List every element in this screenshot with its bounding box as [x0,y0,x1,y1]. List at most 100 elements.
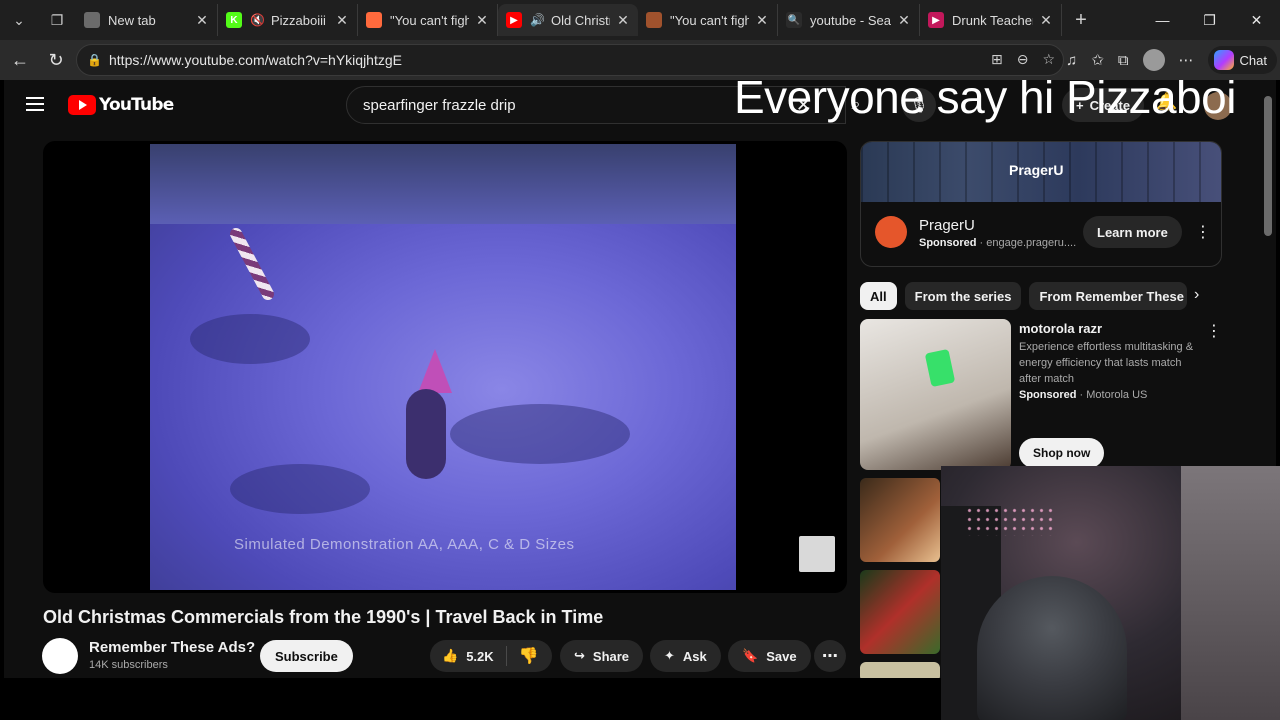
tab-muted-speaker-icon[interactable]: 🔇 [250,13,265,27]
webcam-string-lights [965,506,1055,536]
like-dislike-group: 👍 5.2K 👎 [430,640,552,672]
tab-title: Old Christm [550,12,610,28]
url-field[interactable]: 🔒 https://www.youtube.com/watch?v=hYkiqj… [76,44,1064,76]
tab-favicon-icon [366,12,382,28]
browser-tab[interactable]: 🔍 youtube - Searc✕ [778,4,920,36]
promo-meta: Sponsored · Motorola US [1019,389,1147,401]
tab-close-icon[interactable]: ✕ [614,12,632,29]
youtube-logo[interactable]: YouTube [68,95,174,115]
more-actions-icon[interactable]: ⋯ [814,640,846,672]
learn-more-button[interactable]: Learn more [1083,216,1182,248]
tab-close-icon[interactable]: ✕ [895,12,913,29]
settings-more-icon[interactable]: ⋯ [1179,51,1194,69]
save-button[interactable]: 🔖 Save [728,640,811,672]
like-button[interactable]: 👍 5.2K [430,646,507,666]
reload-icon[interactable]: ↻ [38,44,74,76]
media-control-icon[interactable]: ♫ [1066,52,1077,69]
tab-audio-speaker-icon[interactable]: 🔊 [530,13,545,27]
related-video-thumbnail[interactable] [860,478,940,562]
tab-close-icon[interactable]: ✕ [1037,12,1055,29]
share-button[interactable]: ↪ Share [560,640,644,672]
phone-image [924,348,956,388]
snow-shadow [190,314,310,364]
related-video-thumbnail[interactable] [860,570,940,654]
browser-tab[interactable]: New tab ✕ [76,4,218,36]
app-available-icon[interactable]: ⊞ [991,51,1003,68]
ad-advertiser-name[interactable]: PragerU [919,217,975,234]
tab-close-icon[interactable]: ✕ [193,12,211,29]
toy-hat [418,349,452,393]
tab-close-icon[interactable]: ✕ [473,12,491,29]
like-count: 5.2K [466,648,494,664]
site-info-lock-icon[interactable]: 🔒 [87,53,102,67]
browser-tab[interactable]: ▶ Drunk Teacher's✕ [920,4,1062,36]
promo-advertiser: · Motorola US [1079,389,1148,401]
shop-now-button[interactable]: Shop now [1019,438,1105,468]
video-player[interactable]: Simulated Demonstration AA, AAA, C & D S… [43,141,847,593]
browser-tab[interactable]: "You can't fight ✕ [358,4,498,36]
ad-sponsored-label: Sponsored [919,237,977,249]
channel-name[interactable]: Remember These Ads? [89,639,255,656]
promo-description: Experience effortless multitasking & ene… [1019,341,1194,385]
browser-tab[interactable]: ▶ 🔊 Old Christm✕ [498,4,638,36]
address-bar-row: ← ↻ 🔒 https://www.youtube.com/watch?v=hY… [0,40,1280,80]
tab-favicon-icon: 🔍 [786,12,802,28]
search-query-text: spearfinger frazzle drip [363,96,516,114]
chips-next-chevron-icon[interactable]: › [1194,286,1199,304]
filter-chip[interactable]: From the series [904,282,1022,310]
back-arrow-icon[interactable]: ← [2,44,38,76]
collections-icon[interactable]: ⧉ [1118,52,1129,69]
window-controls: — ❐ ✕ [1139,0,1280,40]
stream-overlay-text: Everyone say hi Pizzaboi [734,80,1236,123]
video-backdrop [150,144,736,224]
tab-actions-chevron-icon[interactable]: ⌄ [0,0,38,40]
favorite-star-icon[interactable]: ☆ [1042,51,1055,68]
tab-title: youtube - Searc [810,12,891,28]
sponsored-ad-card[interactable]: PragerU PragerU Sponsored · engage.prage… [860,141,1222,267]
zoom-icon[interactable]: ⊖ [1017,51,1029,68]
tab-favicon-icon [646,12,662,28]
ad-options-kebab-icon[interactable]: ⋮ [1195,222,1211,242]
new-tab-plus-icon[interactable]: + [1062,0,1100,40]
minimize-icon[interactable]: — [1139,0,1186,40]
favorites-icon[interactable]: ✩ [1091,51,1104,69]
promo-thumbnail[interactable] [860,319,1011,470]
filter-chip[interactable]: All [860,282,897,310]
browser-tab[interactable]: K 🔇 Pizzaboiii S✕ [218,4,358,36]
ad-banner[interactable]: PragerU [861,142,1221,202]
tab-title: "You can't fight [390,12,469,28]
toy-figure [388,349,458,489]
ad-banner-brand: PragerU [1009,162,1064,178]
ask-button[interactable]: ✦ Ask [650,640,721,672]
workspaces-icon[interactable]: ❐ [38,0,76,40]
tab-favicon-icon: ▶ [928,12,944,28]
profile-avatar[interactable] [1142,49,1165,71]
snow-shadow [450,404,630,464]
close-window-icon[interactable]: ✕ [1233,0,1280,40]
tab-title: Drunk Teacher's [952,12,1033,28]
related-video-thumbnail[interactable] [860,662,940,678]
promo-title[interactable]: motorola razr [1019,321,1102,336]
dislike-thumbs-down-icon[interactable]: 👎 [507,646,551,666]
browser-tab[interactable]: "You can't fight ✕ [638,4,778,36]
tab-close-icon[interactable]: ✕ [753,12,771,29]
tab-close-icon[interactable]: ✕ [333,12,351,29]
ad-advertiser-logo[interactable] [875,216,907,248]
copilot-label: Chat [1239,52,1268,68]
filter-chip[interactable]: From Remember These A [1029,282,1188,310]
video-caption: Simulated Demonstration AA, AAA, C & D S… [234,536,575,553]
promoted-item[interactable]: motorola razr Experience effortless mult… [860,319,1222,470]
channel-watermark-icon[interactable] [799,536,835,572]
copilot-chat-button[interactable]: Chat [1207,46,1278,74]
page-scrollbar[interactable] [1264,96,1272,236]
subscriber-count: 14K subscribers [89,659,168,671]
url-actions: ⊞ ⊖ ☆ [991,51,1055,68]
share-label: Share [592,648,630,664]
subscribe-button[interactable]: Subscribe [260,640,353,672]
restore-icon[interactable]: ❐ [1186,0,1233,40]
promo-options-kebab-icon[interactable]: ⋮ [1206,321,1222,341]
menu-hamburger-icon[interactable] [26,97,44,111]
thumbs-up-icon: 👍 [442,648,459,663]
channel-avatar[interactable] [42,638,78,674]
tab-favicon-icon [84,12,100,28]
